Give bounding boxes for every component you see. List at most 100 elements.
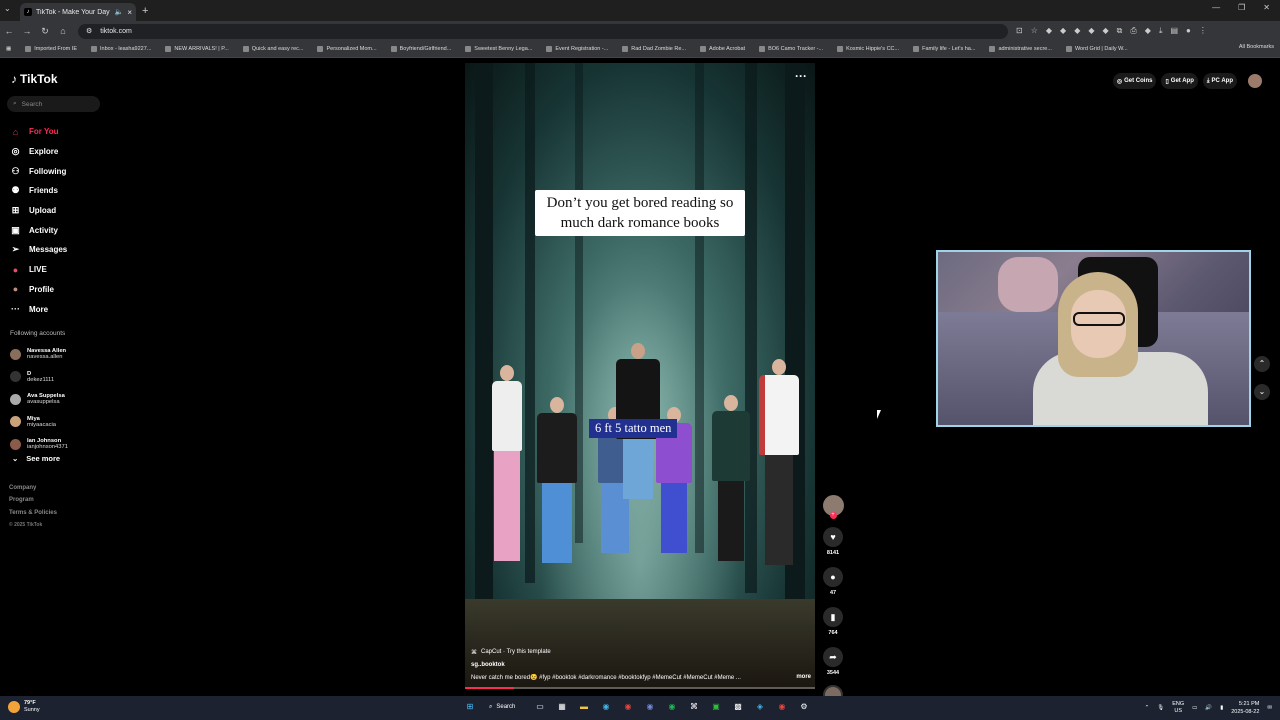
video-player[interactable]: Don’t you get bored reading so much dark… (465, 63, 815, 689)
file-explorer-icon[interactable]: ▬ (577, 700, 591, 714)
extension-icon[interactable]: ◆ (1088, 26, 1094, 36)
extension-icon[interactable]: ◆ (1145, 26, 1151, 36)
bookmark-item[interactable]: Event Registration -... (546, 46, 608, 52)
back-icon[interactable]: ← (0, 26, 18, 36)
spotify-icon[interactable]: ◉ (665, 700, 679, 714)
windows-start-icon[interactable]: ⊞ (463, 700, 477, 714)
discord-icon[interactable]: ◉ (643, 700, 657, 714)
sidebar-item-upload[interactable]: ⊞ Upload (10, 201, 67, 221)
sidebar-item-more[interactable]: ··· More (10, 299, 67, 319)
menu-icon[interactable]: ⋮ (1199, 26, 1207, 36)
footer-link-terms[interactable]: Terms & Policies (9, 507, 57, 519)
previous-video-button[interactable]: ⌃ (1254, 356, 1270, 372)
bookmark-item[interactable]: Adobe Acrobat (699, 46, 745, 52)
reload-icon[interactable]: ↻ (36, 26, 54, 37)
sidebar-item-profile[interactable]: ● Profile (10, 280, 67, 300)
taskbar-search[interactable]: ⌕ Search (485, 699, 525, 715)
video-username[interactable]: sg..booktok (471, 662, 811, 668)
footer-link-company[interactable]: Company (9, 482, 57, 494)
pc-app-button[interactable]: ⤓ PC App (1202, 73, 1237, 89)
app-icon[interactable]: ▩ (731, 700, 745, 714)
tray-chevron-icon[interactable]: ⌃ (1145, 705, 1150, 711)
mic-icon[interactable]: 🎙 (1157, 705, 1164, 711)
weather-widget[interactable]: 79°F Sunny (8, 700, 40, 714)
capcut-icon[interactable]: ⌘ (687, 700, 701, 714)
new-tab-button[interactable]: + (142, 5, 148, 17)
widgets-icon[interactable]: ▦ (555, 700, 569, 714)
list-item[interactable]: Ddekez1111 (10, 366, 68, 389)
close-window-icon[interactable]: ✕ (1263, 3, 1270, 12)
bookmark-item[interactable]: Inbox - leasha9227... (91, 46, 151, 52)
bookmark-item[interactable]: Kosmic Hippie's CC... (837, 46, 899, 52)
more-button[interactable]: more (796, 674, 811, 681)
sidebar-item-friends[interactable]: ⚉ Friends (10, 181, 67, 201)
clock[interactable]: 5:21 PM 2025-08-22 (1231, 700, 1259, 716)
download-icon[interactable]: ⤓ (1159, 26, 1163, 36)
creator-avatar[interactable]: + (822, 495, 844, 519)
extension-icon[interactable]: ◆ (1074, 26, 1080, 36)
url-field[interactable]: ⚙ tiktok.com (78, 23, 1008, 39)
puzzle-icon[interactable]: ⧉ (1117, 26, 1123, 36)
extension-icon[interactable]: ◆ (1046, 26, 1052, 36)
extension-icon[interactable]: ◆ (1103, 26, 1109, 36)
tiktok-logo[interactable]: ♪ TikTok (11, 72, 58, 86)
list-item[interactable]: Ian Johnson ianjohnson4371 (10, 433, 68, 456)
app-icon[interactable]: ◉ (775, 700, 789, 714)
task-view-icon[interactable]: ▭ (533, 700, 547, 714)
user-avatar[interactable] (1248, 74, 1262, 88)
profile-avatar-icon[interactable]: ● (1186, 26, 1191, 36)
sidebar-item-for-you[interactable]: ⌂ For You (10, 122, 67, 142)
notification-icon[interactable]: ✉ (1267, 705, 1272, 711)
bookmark-item[interactable]: administrative secre... (989, 46, 1052, 52)
share-icon[interactable]: ➦ (823, 647, 843, 667)
comment-icon[interactable]: ● (823, 567, 843, 587)
battery-icon[interactable]: ▮ (1220, 705, 1223, 711)
apps-icon[interactable]: ▦ (6, 46, 11, 52)
comment-action[interactable]: ● 47 (820, 567, 846, 596)
sidebar-item-messages[interactable]: ➢ Messages (10, 240, 68, 260)
sidebar-item-explore[interactable]: ◎ Explore (10, 142, 67, 162)
bookmark-item[interactable]: Personalized Mom... (317, 46, 377, 52)
sidebar-item-live[interactable]: ● LIVE (10, 260, 67, 280)
get-coins-button[interactable]: ◎ Get Coins (1112, 73, 1157, 89)
bookmark-item[interactable]: BO6 Camo Tracker -... (759, 46, 823, 52)
tab-search-icon[interactable]: ⌄ (4, 4, 11, 13)
sidebar-item-following[interactable]: ⚇ Following (10, 161, 67, 181)
see-more-button[interactable]: ⌄ See more (12, 454, 60, 463)
video-progress-bar[interactable] (465, 687, 815, 689)
app-icon[interactable]: ◈ (753, 700, 767, 714)
heart-icon[interactable]: ♥ (823, 527, 843, 547)
extension-icon[interactable]: ◆ (1060, 26, 1066, 36)
bookmark-item[interactable]: Boyfriend/Girlfriend... (390, 46, 451, 52)
chrome-icon[interactable]: ◉ (621, 700, 635, 714)
settings-gear-icon[interactable]: ⚙ (797, 700, 811, 714)
close-tab-icon[interactable]: × (127, 8, 132, 17)
bookmark-icon[interactable]: ▮ (823, 607, 843, 627)
bookmark-item[interactable]: Family life - Let's ha... (913, 46, 975, 52)
bookmark-item[interactable]: Sweetest Benny Lega... (465, 46, 532, 52)
more-options-icon[interactable]: ··· (795, 69, 807, 83)
capcut-link[interactable]: ⌘ CapCut · Try this template (471, 649, 811, 656)
bookmark-item[interactable]: Word Grid | Daily W... (1065, 46, 1128, 52)
bookmark-item[interactable]: Imported From IE (25, 46, 77, 52)
get-app-button[interactable]: ▯ Get App (1161, 73, 1198, 89)
site-info-icon[interactable]: ⚙ (86, 27, 92, 35)
share-action[interactable]: ➦ 3544 (820, 647, 846, 676)
list-item[interactable]: Ava Suppelsa avasuppelsa (10, 388, 68, 411)
sidebar-item-activity[interactable]: ▣ Activity (10, 220, 67, 240)
list-item[interactable]: Navessa Allen navessa.allen (10, 343, 68, 366)
monitor-icon[interactable]: ▭ (1192, 705, 1197, 711)
maximize-icon[interactable]: ❐ (1238, 3, 1245, 12)
all-bookmarks-button[interactable]: All Bookmarks (1239, 44, 1274, 50)
save-action[interactable]: ▮ 764 (820, 607, 846, 636)
footer-link-program[interactable]: Program (9, 494, 57, 506)
mute-icon[interactable]: 🔈 (115, 8, 124, 16)
volume-icon[interactable]: 🔊 (1205, 705, 1212, 711)
home-icon[interactable]: ⌂ (54, 26, 72, 36)
browser-tab[interactable]: ♪ TikTok - Make Your Day 🔈 × (20, 3, 136, 21)
bookmark-item[interactable]: NEW ARRIVALS! | P... (165, 46, 229, 52)
edge-icon[interactable]: ◉ (599, 700, 613, 714)
install-icon[interactable]: ⊡ (1016, 26, 1023, 36)
like-action[interactable]: ♥ 8141 (820, 527, 846, 556)
xbox-icon[interactable]: ▣ (709, 700, 723, 714)
